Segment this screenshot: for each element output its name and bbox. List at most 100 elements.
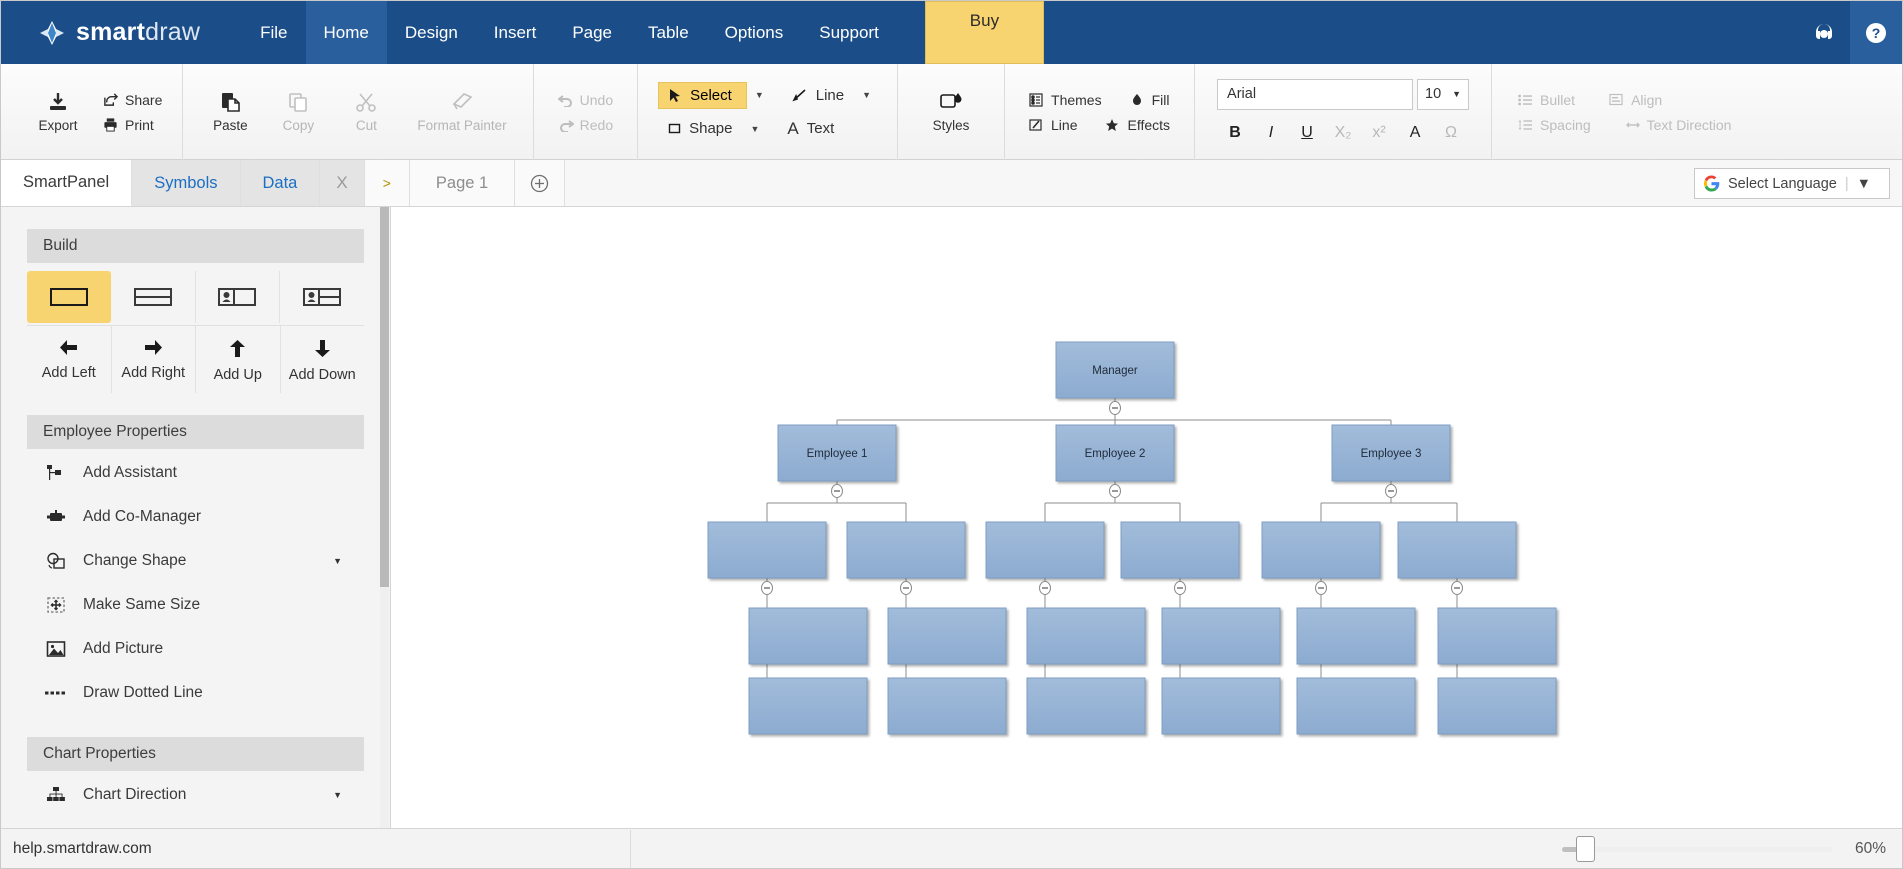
font-size-caret-icon[interactable]: ▼ xyxy=(1452,89,1461,99)
zoom-slider-handle[interactable] xyxy=(1576,836,1595,862)
zoom-slider[interactable] xyxy=(1562,836,1832,862)
print-button[interactable]: Print xyxy=(103,117,162,133)
share-button[interactable]: Share xyxy=(103,92,162,108)
line-format-button[interactable]: Line xyxy=(1029,117,1077,133)
menu-item-support[interactable]: Support xyxy=(801,1,897,64)
shape-photo-left-box-option[interactable] xyxy=(196,271,281,323)
add-up-button[interactable]: Add Up xyxy=(196,326,281,393)
themes-button[interactable]: Themes xyxy=(1029,92,1102,108)
collapse-toggle-icon[interactable] xyxy=(1451,581,1463,595)
diagram-canvas-sheet[interactable]: Manager Employee 1 Employee 2 Employee 3 xyxy=(391,207,1902,868)
menu-item-table[interactable]: Table xyxy=(630,1,707,64)
spacing-button[interactable]: Spacing xyxy=(1518,117,1591,133)
menu-item-options[interactable]: Options xyxy=(707,1,802,64)
sidebar-scrollbar-thumb[interactable] xyxy=(380,207,389,587)
org-node-blank[interactable] xyxy=(1120,521,1240,579)
menu-item-page[interactable]: Page xyxy=(554,1,630,64)
org-node-employee-1[interactable]: Employee 1 xyxy=(777,424,897,482)
superscript-button[interactable]: x² xyxy=(1361,120,1397,146)
collapse-toggle-icon[interactable] xyxy=(1039,581,1051,595)
org-node-manager[interactable]: Manager xyxy=(1055,341,1175,399)
add-right-button[interactable]: Add Right xyxy=(112,326,196,393)
menu-item-insert[interactable]: Insert xyxy=(476,1,555,64)
shape-plain-box-option[interactable] xyxy=(27,271,111,323)
collapse-toggle-icon[interactable] xyxy=(1385,484,1397,498)
headset-icon[interactable] xyxy=(1798,1,1850,64)
add-co-manager-item[interactable]: Add Co-Manager xyxy=(27,495,364,539)
menu-item-file[interactable]: File xyxy=(242,1,305,64)
effects-button[interactable]: Effects xyxy=(1105,117,1170,133)
close-panel-icon[interactable]: X xyxy=(320,160,365,206)
align-button[interactable]: Align xyxy=(1609,92,1662,108)
font-color-button[interactable]: A xyxy=(1397,120,1433,146)
org-node-blank[interactable] xyxy=(748,607,868,665)
tab-data[interactable]: Data xyxy=(240,160,321,206)
bullet-button[interactable]: Bullet xyxy=(1518,92,1575,108)
org-node-blank[interactable] xyxy=(846,521,966,579)
org-node-blank[interactable] xyxy=(1026,607,1146,665)
shape-split-box-option[interactable] xyxy=(111,271,196,323)
fill-button[interactable]: Fill xyxy=(1130,92,1169,108)
select-language-dropdown[interactable]: Select Language | ▼ xyxy=(1694,168,1890,199)
org-node-blank[interactable] xyxy=(1397,521,1517,579)
add-page-icon[interactable] xyxy=(515,160,566,206)
org-node-blank[interactable] xyxy=(1261,521,1381,579)
menu-item-design[interactable]: Design xyxy=(387,1,476,64)
paste-button[interactable]: Paste xyxy=(201,87,259,137)
org-node-blank[interactable] xyxy=(748,677,868,735)
change-shape-caret-icon[interactable]: ▼ xyxy=(333,556,342,566)
diagram-canvas-area[interactable]: ManagerEmployee 1Employee 2Employee 3 ◀ … xyxy=(391,207,1902,868)
cut-button[interactable]: Cut xyxy=(337,87,395,137)
collapse-toggle-icon[interactable] xyxy=(1174,581,1186,595)
collapse-toggle-icon[interactable] xyxy=(761,581,773,595)
underline-button[interactable]: U xyxy=(1289,120,1325,146)
undo-button[interactable]: Undo xyxy=(557,92,613,108)
org-chart-svg[interactable]: Manager Employee 1 Employee 2 Employee 3 xyxy=(391,207,1902,867)
shape-tool-button[interactable]: Shape xyxy=(658,116,742,141)
font-family-input[interactable]: Arial xyxy=(1217,78,1414,110)
org-node-blank[interactable] xyxy=(887,677,1007,735)
redo-button[interactable]: Redo xyxy=(558,117,613,133)
buy-button[interactable]: Buy xyxy=(924,1,1045,64)
question-circle-icon[interactable]: ? xyxy=(1850,1,1902,64)
tab-symbols[interactable]: Symbols xyxy=(132,160,241,206)
select-dropdown-caret-icon[interactable]: ▼ xyxy=(749,90,770,100)
text-tool-button[interactable]: A Text xyxy=(777,115,844,143)
org-node-blank[interactable] xyxy=(887,607,1007,665)
collapse-toggle-icon[interactable] xyxy=(900,581,912,595)
select-tool-button[interactable]: Select xyxy=(658,81,747,109)
chart-direction-caret-icon[interactable]: ▼ xyxy=(333,790,342,800)
shape-dropdown-caret-icon[interactable]: ▼ xyxy=(744,124,765,134)
add-left-button[interactable]: Add Left xyxy=(27,326,112,393)
italic-button[interactable]: I xyxy=(1253,120,1289,146)
org-node-employee-3[interactable]: Employee 3 xyxy=(1331,424,1451,482)
copy-button[interactable]: Copy xyxy=(269,87,327,137)
org-node-blank[interactable] xyxy=(985,521,1105,579)
language-caret-icon[interactable]: ▼ xyxy=(1857,176,1871,192)
menu-item-home[interactable]: Home xyxy=(305,1,387,64)
export-button[interactable]: Export xyxy=(29,87,87,137)
collapse-toggle-icon[interactable] xyxy=(1315,581,1327,595)
org-node-employee-2[interactable]: Employee 2 xyxy=(1055,424,1175,482)
collapse-toggle-icon[interactable] xyxy=(1109,401,1121,415)
tab-smartpanel[interactable]: SmartPanel xyxy=(1,160,133,206)
org-node-blank[interactable] xyxy=(1026,677,1146,735)
make-same-size-item[interactable]: Make Same Size xyxy=(27,583,364,627)
shape-photo-split-box-option[interactable] xyxy=(280,271,364,323)
bold-button[interactable]: B xyxy=(1217,120,1253,146)
change-shape-item[interactable]: Change Shape ▼ xyxy=(27,539,364,583)
add-down-button[interactable]: Add Down xyxy=(281,326,365,393)
org-node-blank[interactable] xyxy=(1161,607,1281,665)
styles-button[interactable]: Styles xyxy=(922,87,980,137)
subscript-button[interactable]: X₂ xyxy=(1325,120,1361,146)
chart-direction-item[interactable]: Chart Direction ▼ xyxy=(27,773,364,817)
org-node-blank[interactable] xyxy=(1437,677,1557,735)
symbol-button[interactable]: Ω xyxy=(1433,120,1469,146)
format-painter-button[interactable]: Format Painter xyxy=(409,87,514,137)
draw-dotted-line-item[interactable]: Draw Dotted Line xyxy=(27,671,364,715)
expand-panel-arrow-icon[interactable]: > xyxy=(364,160,410,206)
add-picture-item[interactable]: Add Picture xyxy=(27,627,364,671)
add-assistant-item[interactable]: Add Assistant xyxy=(27,451,364,495)
line-dropdown-caret-icon[interactable]: ▼ xyxy=(856,90,877,100)
text-direction-button[interactable]: Text Direction xyxy=(1625,117,1731,133)
